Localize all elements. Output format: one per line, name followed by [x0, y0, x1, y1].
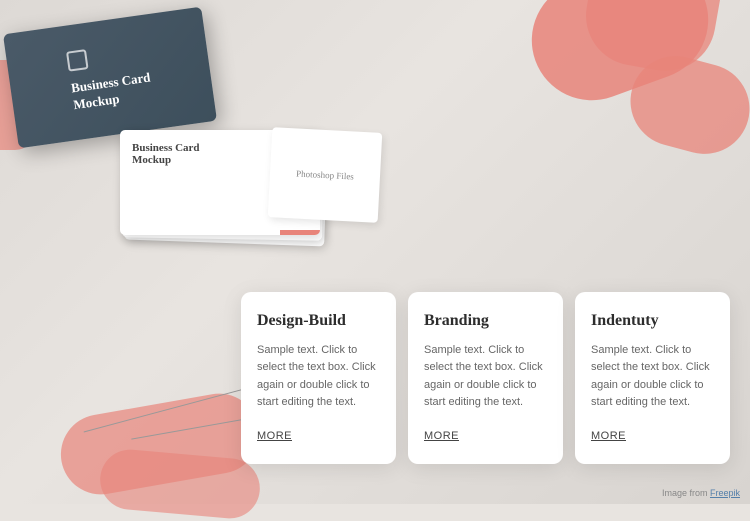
- more-link-design-build[interactable]: MORE: [257, 430, 292, 442]
- more-link-indentuty[interactable]: MORE: [591, 430, 626, 442]
- service-text-indentuty: Sample text. Click to select the text bo…: [591, 342, 714, 412]
- service-title-indentuty: Indentuty: [591, 312, 714, 330]
- service-text-branding: Sample text. Click to select the text bo…: [424, 342, 547, 412]
- service-card-indentuty: Indentuty Sample text. Click to select t…: [575, 292, 730, 464]
- service-title-design-build: Design-Build: [257, 312, 380, 330]
- service-card-branding: Branding Sample text. Click to select th…: [408, 292, 563, 464]
- image-credit: Image from Freepik: [662, 488, 740, 498]
- more-link-branding[interactable]: MORE: [424, 430, 459, 442]
- photoshop-label: Photoshop Files: [296, 168, 354, 181]
- image-credit-prefix: Image from: [662, 488, 710, 498]
- service-card-design-build: Design-Build Sample text. Click to selec…: [241, 292, 396, 464]
- service-title-branding: Branding: [424, 312, 547, 330]
- card-dark-title: Business CardMockup: [70, 70, 154, 115]
- card-accent: [280, 230, 320, 235]
- card-logo-box: [66, 49, 89, 72]
- photoshop-tag: Photoshop Files: [268, 127, 383, 223]
- services-container: Design-Build Sample text. Click to selec…: [241, 292, 730, 464]
- image-credit-link[interactable]: Freepik: [710, 488, 740, 498]
- service-text-design-build: Sample text. Click to select the text bo…: [257, 342, 380, 412]
